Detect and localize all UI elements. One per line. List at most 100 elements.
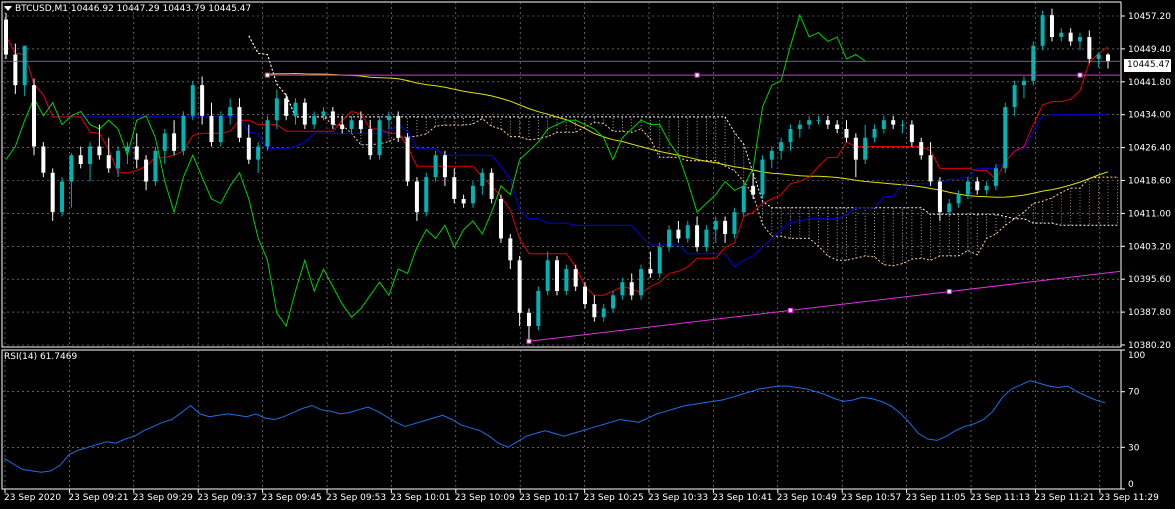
candle bbox=[657, 242, 662, 278]
time-axis-label: 23 Sep 09:53 bbox=[326, 493, 386, 503]
candle-body bbox=[312, 115, 317, 125]
candle bbox=[302, 98, 307, 129]
candle-body bbox=[685, 225, 690, 239]
candle bbox=[41, 142, 46, 178]
candle-body bbox=[760, 159, 765, 195]
candle bbox=[181, 111, 186, 156]
candle bbox=[1040, 10, 1045, 51]
candle bbox=[900, 120, 905, 134]
candle-body bbox=[601, 308, 606, 318]
price-axis-label: 10449.40 bbox=[1128, 45, 1171, 55]
candle-body bbox=[209, 115, 214, 143]
candle-body bbox=[200, 85, 205, 116]
candle-body bbox=[583, 286, 588, 305]
candle-body bbox=[13, 54, 18, 86]
candle bbox=[1059, 28, 1064, 42]
candle bbox=[489, 168, 494, 204]
candle-body bbox=[498, 199, 503, 239]
time-axis-label: 23 Sep 10:33 bbox=[648, 493, 708, 503]
candle-body bbox=[349, 120, 354, 129]
candle bbox=[1021, 76, 1026, 99]
trendline bbox=[528, 270, 1122, 342]
candle bbox=[667, 225, 672, 252]
candle bbox=[769, 146, 774, 169]
candle-body bbox=[246, 137, 251, 160]
candle-body bbox=[1106, 54, 1110, 62]
candle-body bbox=[1059, 32, 1064, 38]
candle-body bbox=[751, 185, 756, 195]
candle bbox=[125, 142, 130, 164]
candle-body bbox=[424, 177, 429, 213]
candle bbox=[218, 111, 223, 147]
time-axis-label: 23 Sep 09:37 bbox=[197, 493, 257, 503]
candle-body bbox=[517, 260, 522, 313]
candle bbox=[1077, 32, 1082, 51]
candle-body bbox=[900, 124, 905, 126]
main-pane-border bbox=[1, 1, 1122, 348]
candle bbox=[50, 168, 55, 221]
candle-body bbox=[788, 128, 793, 143]
candle-body bbox=[144, 159, 149, 182]
candle-body bbox=[190, 85, 195, 116]
candle-body bbox=[947, 203, 952, 213]
candle-body bbox=[125, 146, 130, 151]
candle bbox=[816, 115, 821, 125]
price-axis-label: 10441.80 bbox=[1128, 78, 1171, 88]
time-axis-label: 23 Sep 09:29 bbox=[133, 493, 193, 503]
candle bbox=[583, 282, 588, 309]
candle-body bbox=[461, 199, 466, 204]
candle-body bbox=[863, 137, 868, 160]
drawing-objects[interactable] bbox=[2, 60, 1122, 344]
candle bbox=[60, 177, 65, 217]
symbol-header[interactable]: BTCUSD,M1 10446.92 10447.29 10443.79 104… bbox=[4, 4, 251, 14]
candle-body bbox=[134, 146, 139, 160]
candle-body bbox=[713, 220, 718, 230]
candle bbox=[153, 146, 158, 186]
candle-body bbox=[1012, 85, 1017, 108]
candle bbox=[461, 194, 466, 208]
candle bbox=[265, 115, 270, 151]
candle-body bbox=[825, 120, 830, 125]
candle-body bbox=[1087, 37, 1092, 59]
candle bbox=[1068, 28, 1073, 46]
candle-body bbox=[545, 260, 550, 291]
candle-body bbox=[573, 269, 578, 287]
candle bbox=[853, 133, 858, 178]
candle-body bbox=[797, 124, 802, 129]
candle-body bbox=[853, 137, 858, 160]
candle bbox=[386, 111, 391, 129]
candle bbox=[256, 142, 261, 173]
candle-body bbox=[116, 150, 121, 169]
rsi-subwindow bbox=[3, 380, 1106, 473]
price-axis-label: 10403.20 bbox=[1128, 242, 1171, 252]
candle bbox=[517, 255, 522, 326]
candle-body bbox=[78, 155, 83, 164]
candle-body bbox=[293, 102, 298, 116]
candle bbox=[22, 45, 27, 97]
candle-body bbox=[256, 146, 261, 160]
anchor-point bbox=[526, 338, 532, 344]
candle-body bbox=[1096, 54, 1101, 59]
candle-body bbox=[377, 120, 382, 156]
dropdown-triangle-icon[interactable] bbox=[4, 6, 12, 11]
candle bbox=[209, 102, 214, 147]
candle bbox=[732, 207, 737, 239]
candle-body bbox=[984, 185, 989, 191]
candle-body bbox=[181, 115, 186, 151]
candle bbox=[956, 190, 961, 208]
trading-chart[interactable]: 10457.20 10449.40 10441.80 10434.00 10426.40… bbox=[0, 0, 1175, 509]
price-axis-label: 10380.20 bbox=[1128, 341, 1171, 351]
candle bbox=[480, 168, 485, 195]
candle bbox=[330, 107, 335, 129]
candle-body bbox=[741, 185, 746, 213]
candle bbox=[526, 308, 531, 340]
time-axis-label: 23 Sep 11:05 bbox=[906, 493, 966, 503]
candle-body bbox=[965, 181, 970, 195]
candle-body bbox=[386, 115, 391, 121]
candle-body bbox=[657, 247, 662, 274]
candle-body bbox=[302, 102, 307, 125]
price-axis-label: 10457.20 bbox=[1128, 12, 1171, 22]
rsi-axis-label: 0 bbox=[1128, 480, 1134, 490]
candle-body bbox=[1040, 15, 1045, 46]
candle-body bbox=[106, 155, 111, 169]
